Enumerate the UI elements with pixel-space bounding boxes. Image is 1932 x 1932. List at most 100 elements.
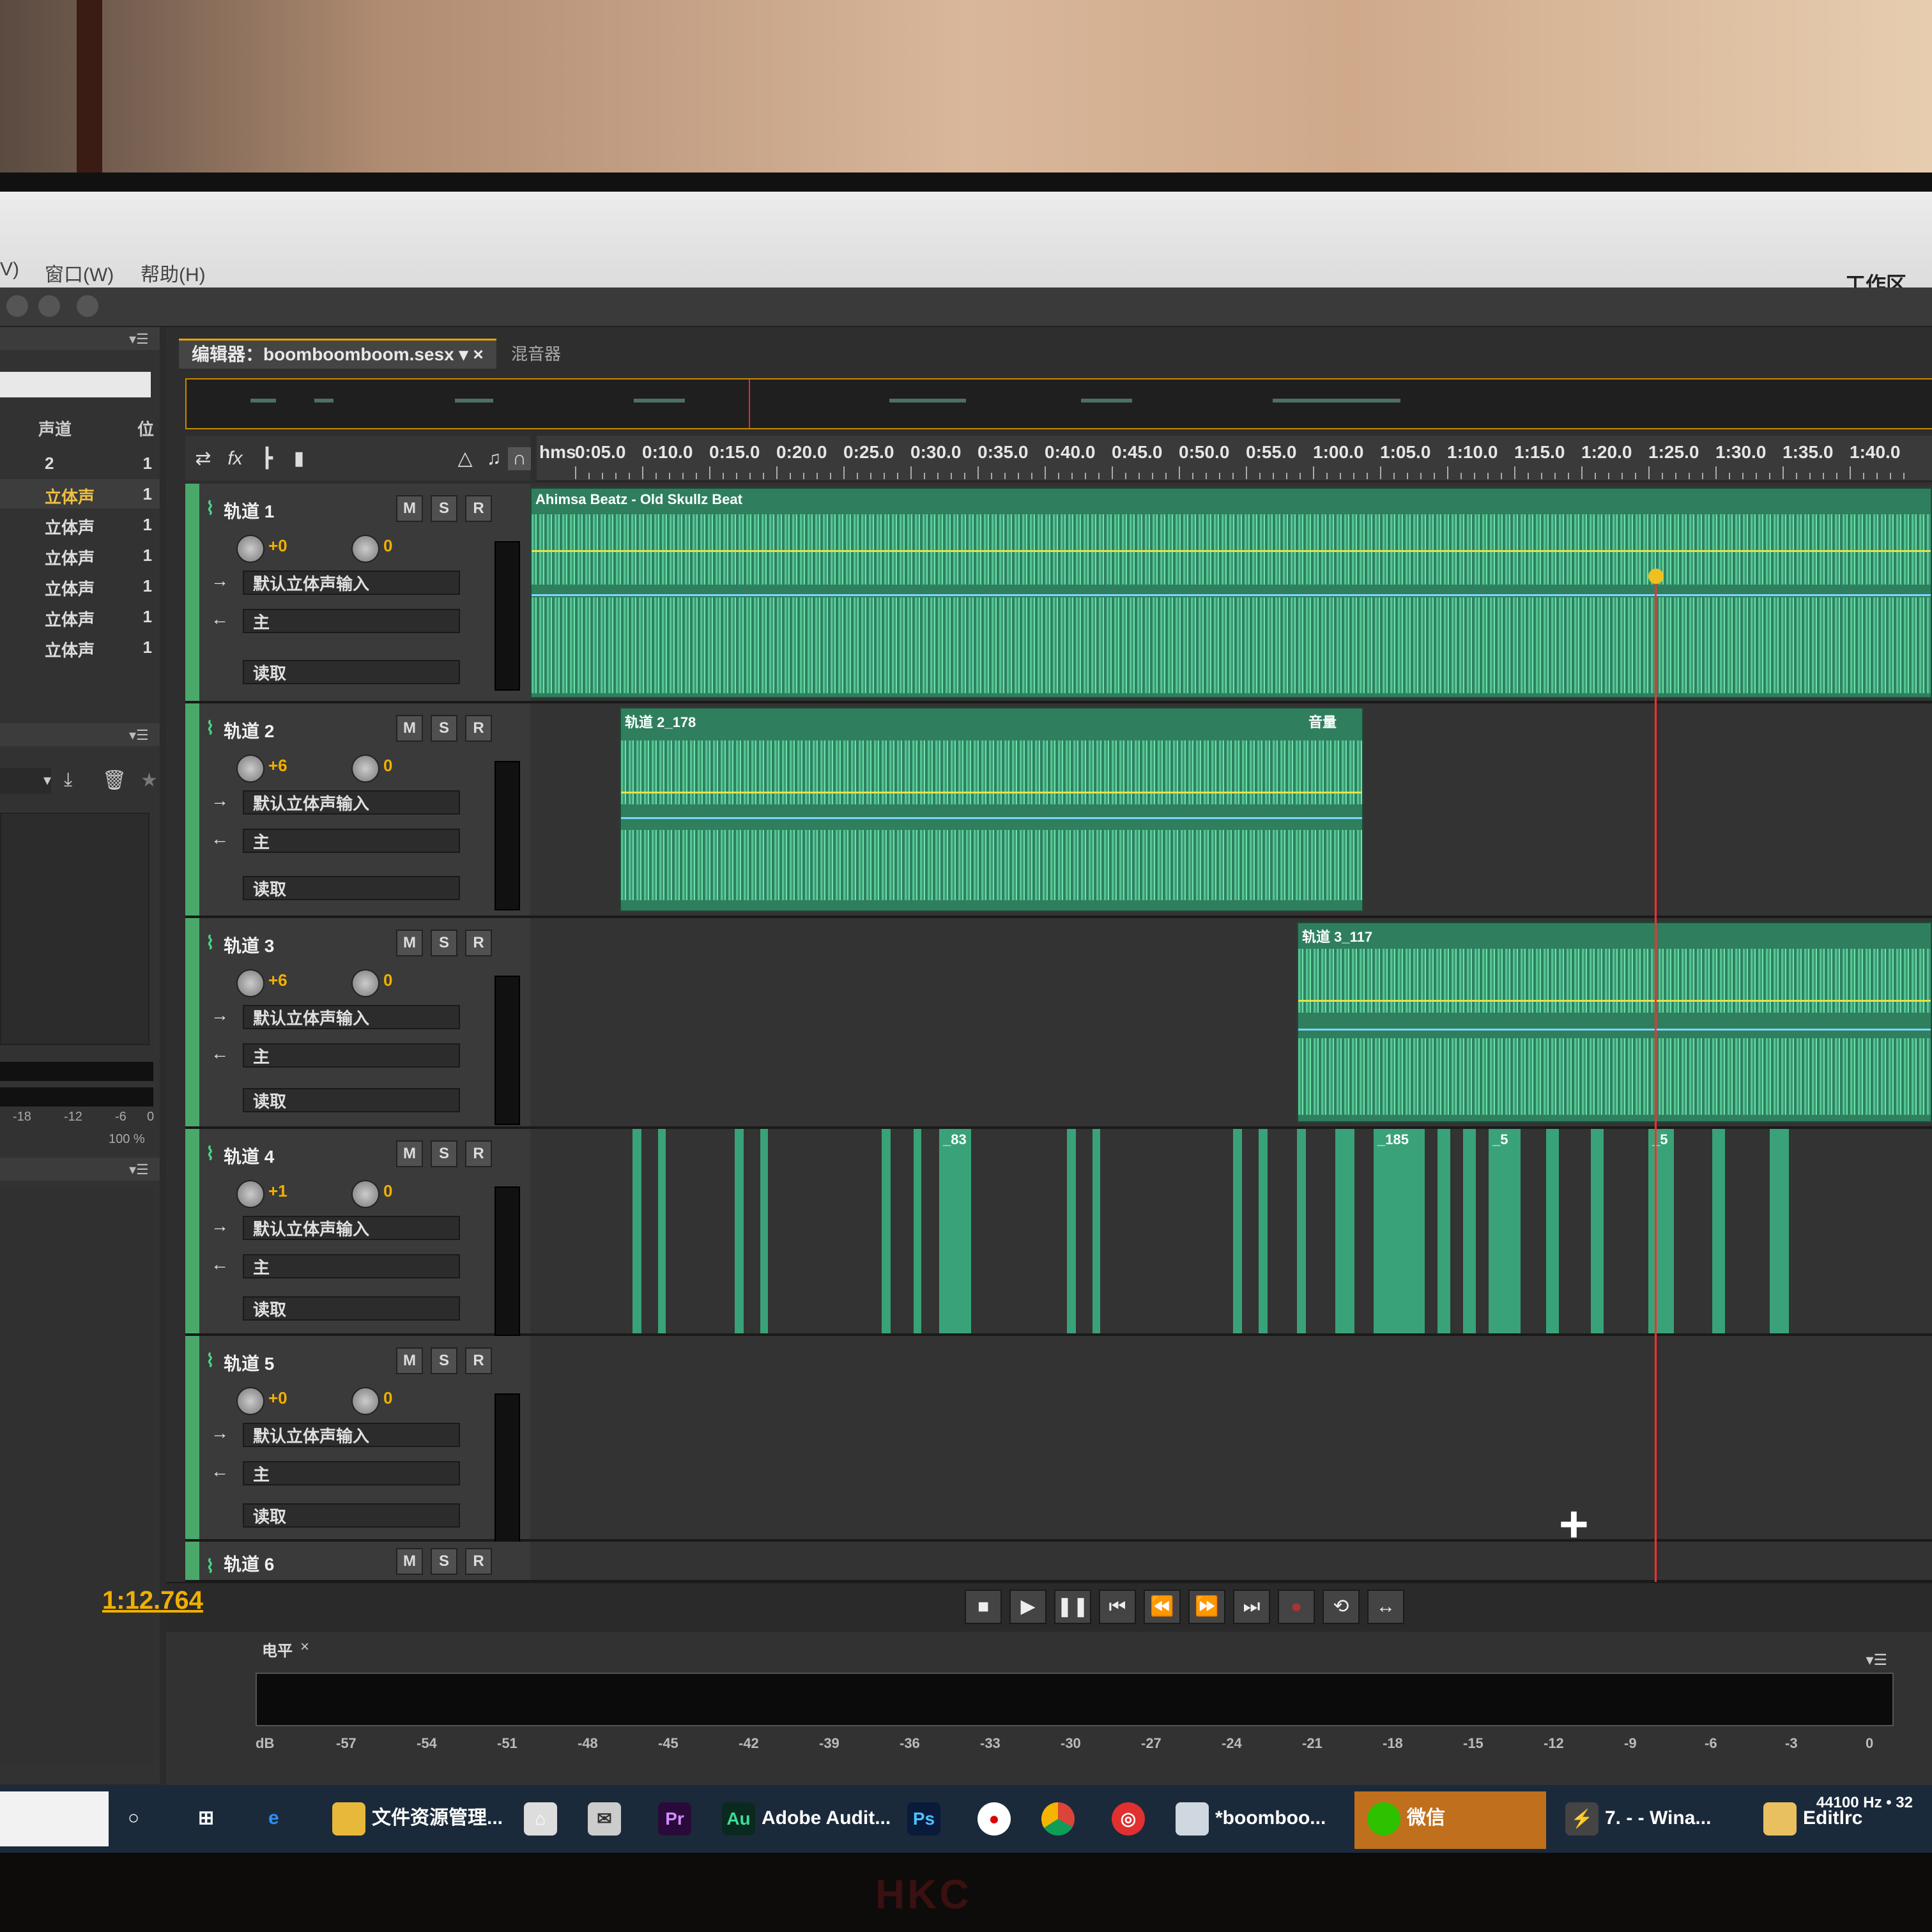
eq-icon[interactable]: ▮ — [288, 447, 310, 470]
panel-menu-icon[interactable]: ▾☰ — [129, 1162, 151, 1177]
record-arm-button[interactable]: R — [465, 1548, 492, 1575]
audio-slice[interactable]: _83 — [939, 1129, 971, 1333]
record-icon[interactable]: ● — [1278, 1590, 1315, 1624]
pan-knob[interactable] — [351, 535, 379, 563]
edge-icon[interactable]: e — [268, 1799, 279, 1837]
close-levels-icon[interactable]: × — [300, 1638, 309, 1656]
volume-knob[interactable] — [236, 535, 264, 563]
record-arm-button[interactable]: R — [465, 930, 492, 956]
brush-tool-icon[interactable] — [6, 295, 28, 317]
audio-slice[interactable] — [1335, 1129, 1354, 1333]
audio-slice[interactable] — [1591, 1129, 1604, 1333]
input-select[interactable]: 默认立体声输入 — [243, 1216, 460, 1240]
audio-slice[interactable] — [1770, 1129, 1789, 1333]
mute-button[interactable]: M — [396, 1347, 423, 1374]
input-select[interactable]: 默认立体声输入 — [243, 1005, 460, 1029]
volume-value[interactable]: +0 — [268, 536, 288, 556]
stop-icon[interactable]: ■ — [965, 1590, 1002, 1624]
solo-button[interactable]: S — [431, 1140, 457, 1167]
output-select[interactable]: 主 — [243, 829, 460, 853]
mute-button[interactable]: M — [396, 930, 423, 956]
audio-slice[interactable] — [760, 1129, 768, 1333]
automation-mode-select[interactable]: 读取 — [243, 876, 460, 900]
files-search-input[interactable] — [0, 372, 151, 397]
mute-button[interactable]: M — [396, 495, 423, 522]
taskbar-audition[interactable]: Au Adobe Audit... — [722, 1799, 891, 1837]
automation-mode-select[interactable]: 读取 — [243, 1088, 460, 1112]
time-ruler[interactable]: hms 0:05.0 0:10.0 0:15.0 0:20.0 0:25.0 0:30.0… — [537, 436, 1932, 482]
audio-slice[interactable] — [1297, 1129, 1306, 1333]
track-name[interactable]: 轨道 6 — [224, 1551, 274, 1576]
track-select-bar[interactable] — [185, 1129, 199, 1333]
pan-envelope[interactable] — [621, 817, 1362, 819]
current-time-display[interactable]: 1:12.764 — [102, 1586, 203, 1615]
menu-window[interactable]: 窗口(W) — [45, 259, 114, 287]
file-row[interactable]: 立体声 1 — [0, 540, 160, 570]
netease-music-icon[interactable]: ◎ — [1112, 1799, 1151, 1837]
audio-slice[interactable] — [1259, 1129, 1268, 1333]
input-select[interactable]: 默认立体声输入 — [243, 1423, 460, 1447]
skip-selection-icon[interactable]: ↔ — [1367, 1590, 1404, 1624]
solo-button[interactable]: S — [431, 930, 457, 956]
dropdown-icon[interactable]: ▾ — [459, 344, 468, 364]
mail-icon[interactable]: ✉ — [588, 1799, 627, 1837]
pan-knob[interactable] — [351, 969, 379, 997]
track-lane[interactable] — [530, 1542, 1932, 1580]
pan-knob[interactable] — [351, 1387, 379, 1415]
pan-envelope[interactable] — [532, 594, 1931, 596]
audio-slice[interactable] — [882, 1129, 891, 1333]
output-select[interactable]: 主 — [243, 1254, 460, 1278]
volume-knob[interactable] — [236, 969, 264, 997]
taskbar-winamp[interactable]: ⚡ 7. - - Wina... — [1565, 1799, 1711, 1837]
audio-slice[interactable] — [914, 1129, 921, 1333]
automation-mode-select[interactable]: 读取 — [243, 1503, 460, 1528]
track-select-bar[interactable] — [185, 484, 199, 701]
audio-slice[interactable] — [1233, 1129, 1242, 1333]
input-select[interactable]: 默认立体声输入 — [243, 790, 460, 815]
audio-clip[interactable]: 轨道 2_178 音量 — [620, 707, 1363, 912]
heal-tool-icon[interactable] — [38, 295, 60, 317]
pan-value[interactable]: 0 — [383, 756, 392, 776]
audio-clip[interactable]: 轨道 3_117 — [1297, 922, 1932, 1123]
audio-slice[interactable] — [658, 1129, 666, 1333]
panel-menu-icon[interactable]: ▾☰ — [129, 727, 151, 743]
track-lane[interactable] — [530, 1336, 1932, 1539]
premiere-icon[interactable]: Pr — [658, 1799, 698, 1837]
clip-effect-tag[interactable]: 音量 — [1308, 711, 1337, 732]
pan-knob[interactable] — [351, 755, 379, 783]
cortana-icon[interactable]: ○ — [128, 1799, 139, 1837]
solo-button[interactable]: S — [431, 1548, 457, 1575]
preset-dropdown[interactable]: ▾ — [0, 768, 51, 793]
playhead-handle[interactable] — [1648, 569, 1664, 584]
record-arm-button[interactable]: R — [465, 715, 492, 742]
audio-slice[interactable] — [1092, 1129, 1100, 1333]
pan-value[interactable]: 0 — [383, 970, 392, 990]
audio-slice[interactable] — [1463, 1129, 1476, 1333]
rewind-icon[interactable]: ⏪ — [1144, 1590, 1181, 1624]
track-lane[interactable]: 轨道 2_178 音量 — [530, 703, 1932, 916]
volume-knob[interactable] — [236, 1180, 264, 1208]
audio-slice[interactable] — [1712, 1129, 1725, 1333]
spot-tool-icon[interactable] — [77, 295, 98, 317]
col-position[interactable]: 位 — [137, 417, 154, 440]
session-overview[interactable] — [185, 378, 1932, 429]
tab-mixer[interactable]: 混音器 — [511, 341, 561, 367]
record-arm-button[interactable]: R — [465, 1140, 492, 1167]
audio-slice[interactable] — [1067, 1129, 1076, 1333]
track-name[interactable]: 轨道 4 — [224, 1143, 274, 1169]
close-tab-icon[interactable]: × — [473, 344, 483, 364]
track-select-bar[interactable] — [185, 1542, 199, 1580]
output-select[interactable]: 主 — [243, 1461, 460, 1485]
volume-envelope[interactable] — [532, 550, 1931, 552]
sends-icon[interactable]: ┣ — [256, 447, 279, 470]
solo-button[interactable]: S — [431, 715, 457, 742]
audio-slice[interactable]: _5 — [1489, 1129, 1521, 1333]
mute-button[interactable]: M — [396, 1140, 423, 1167]
taskbar-boomboom[interactable]: *boomboo... — [1176, 1799, 1326, 1837]
task-view-icon[interactable]: ⊞ — [198, 1799, 214, 1837]
volume-knob[interactable] — [236, 1387, 264, 1415]
play-icon[interactable]: ▶ — [1009, 1590, 1046, 1624]
track-name[interactable]: 轨道 2 — [224, 717, 274, 743]
pause-icon[interactable]: ❚❚ — [1054, 1590, 1091, 1624]
tab-editor[interactable]: 编辑器：boomboomboom.sesx ▾ × — [179, 339, 496, 369]
